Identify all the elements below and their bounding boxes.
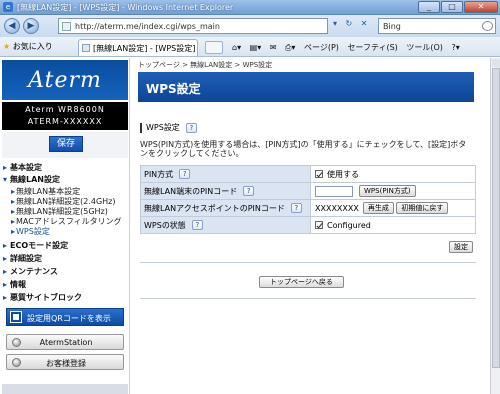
window-title: [無線LAN設定] - [WPS設定] - Windows Internet E… <box>17 3 234 12</box>
reset-default-button[interactable]: 初期値に戻す <box>396 202 449 214</box>
page-content: Aterm Aterm WR8600N ATERM-XXXXXX 保存 ▸ 基本設… <box>0 58 490 394</box>
pin-method-checkbox[interactable] <box>315 170 323 178</box>
client-pin-input[interactable] <box>315 185 353 197</box>
help-icon[interactable]: ? <box>191 220 203 230</box>
search-engine-label: Bing <box>383 22 401 31</box>
table-row: WPSの状態? Configured <box>140 216 476 234</box>
row-label: 無線LANアクセスポイントのPINコード? <box>140 199 311 217</box>
table-row: 無線LANアクセスポイントのPINコード? XXXXXXXX 再生成 初期値に戻す <box>140 199 476 217</box>
pin-method-use-label: 使用する <box>327 169 359 179</box>
divider <box>140 262 476 263</box>
favorites-bar: ★ お気に入り [無線LAN設定] - [WPS設定] ⌂▾ ▤▾ ✉ ⎙▾ ペ… <box>0 37 500 57</box>
help-icon[interactable]: ? <box>243 186 255 196</box>
section-marker <box>140 122 142 133</box>
wps-pin-button[interactable]: WPS(PIN方式) <box>359 185 416 197</box>
address-bar[interactable]: http://aterm.me/index.cgi/wps_main <box>58 18 328 34</box>
address-tools[interactable]: ▾ ↻ ✕ <box>333 19 371 28</box>
show-qr-code-button[interactable]: 設定用QRコードを表示 <box>6 308 124 326</box>
print-icon[interactable]: ⎙▾ <box>285 43 295 52</box>
description: WPS(PIN方式)を使用する場合は、[PIN方式]の「使用する」にチェックをし… <box>140 140 467 158</box>
maximize-button[interactable]: □ <box>441 1 463 13</box>
wps-settings-table: PIN方式? 使用する 無線LAN端末のPINコード? WPS(PIN方式) 無… <box>140 165 476 234</box>
help-icon[interactable]: ? <box>179 169 191 179</box>
page-icon <box>62 22 71 31</box>
page-menu[interactable]: ページ(P) <box>304 43 339 52</box>
row-label: 無線LAN端末のPINコード? <box>140 182 311 200</box>
new-tab-button[interactable] <box>205 41 223 54</box>
sidebar-item-wireless[interactable]: ▾ 無線LAN設定 <box>3 174 60 185</box>
sidebar-item-info[interactable]: ▸ 情報 <box>3 279 26 290</box>
sidebar-item-basic[interactable]: ▸ 基本設定 <box>3 162 42 173</box>
page-title: WPS設定 <box>146 82 201 96</box>
search-box[interactable]: Bing <box>378 18 496 34</box>
tab-label: [無線LAN設定] - [WPS設定] <box>93 44 196 53</box>
vertical-scrollbar[interactable] <box>490 58 500 394</box>
ie-icon: e <box>3 2 13 12</box>
sidebar: Aterm Aterm WR8600N ATERM-XXXXXX 保存 ▸ 基本設… <box>0 58 130 394</box>
help-icon[interactable]: ? <box>290 203 302 213</box>
model-info: Aterm WR8600N ATERM-XXXXXX <box>2 102 128 130</box>
tools-menu[interactable]: ツール(O) <box>406 43 443 52</box>
qr-code-icon <box>10 311 22 323</box>
safety-menu[interactable]: セーフティ(S) <box>347 43 397 52</box>
favorites-button[interactable]: ★ お気に入り <box>3 41 53 52</box>
mail-icon[interactable]: ✉ <box>270 43 277 52</box>
aterm-logo: Aterm <box>2 60 128 100</box>
model-name: Aterm WR8600N <box>25 105 105 114</box>
browser-tab[interactable]: [無線LAN設定] - [WPS設定] <box>78 39 198 56</box>
close-button[interactable]: ✕ <box>464 1 498 13</box>
row-value: XXXXXXXX 再生成 初期値に戻す <box>310 199 476 217</box>
address-bar-row: ◀ ▶ http://aterm.me/index.cgi/wps_main ▾… <box>0 15 500 37</box>
back-to-top-button[interactable]: トップページへ戻る <box>259 276 344 288</box>
save-area: 保存 <box>2 132 128 158</box>
sidebar-item-advanced[interactable]: ▸ 詳細設定 <box>3 253 42 264</box>
regenerate-button[interactable]: 再生成 <box>362 202 394 214</box>
row-value: Configured <box>310 216 476 234</box>
section-header: WPS設定? <box>140 122 197 133</box>
help-icon[interactable]: ?▾ <box>451 43 459 52</box>
page-title-bar: WPS設定 <box>138 72 474 102</box>
breadcrumb[interactable]: トップページ > 無線LAN設定 > WPS設定 <box>138 60 272 70</box>
sidebar-footer <box>2 384 128 394</box>
table-row: 無線LAN端末のPINコード? WPS(PIN方式) <box>140 182 476 200</box>
home-icon[interactable]: ⌂▾ <box>232 43 241 52</box>
section-title: WPS設定 <box>146 123 180 132</box>
row-value: 使用する <box>310 165 476 183</box>
set-button[interactable]: 設定 <box>449 241 473 253</box>
title-bar: e [無線LAN設定] - [WPS設定] - Windows Internet… <box>0 0 500 15</box>
row-value: WPS(PIN方式) <box>310 182 476 200</box>
save-button[interactable]: 保存 <box>49 136 83 152</box>
back-button[interactable]: ◀ <box>4 18 20 34</box>
help-icon[interactable]: ? <box>185 122 197 133</box>
sidebar-subitem-wps[interactable]: ▸WPS設定 <box>11 226 50 237</box>
atermstation-button[interactable]: AtermStation <box>6 334 124 350</box>
star-icon: ★ <box>3 42 11 51</box>
device-serial: ATERM-XXXXXX <box>27 117 103 126</box>
row-label: PIN方式? <box>140 165 311 183</box>
ap-pin-value: XXXXXXXX <box>315 203 359 213</box>
sidebar-item-maintenance[interactable]: ▸ メンテナンス <box>3 266 58 277</box>
feeds-icon[interactable]: ▤▾ <box>250 43 262 52</box>
scroll-up-arrow[interactable] <box>492 59 500 67</box>
search-icon[interactable] <box>482 21 493 31</box>
command-bar: ⌂▾ ▤▾ ✉ ⎙▾ ページ(P) セーフティ(S) ツール(O) ?▾ <box>232 42 466 53</box>
forward-button[interactable]: ▶ <box>23 18 39 34</box>
wps-status-label: Configured <box>327 220 371 230</box>
minimize-button[interactable]: _ <box>418 1 440 13</box>
customer-registration-button[interactable]: お客様登録 <box>6 354 124 370</box>
table-row: PIN方式? 使用する <box>140 165 476 183</box>
row-label: WPSの状態? <box>140 216 311 234</box>
tab-page-icon <box>82 44 90 52</box>
scroll-thumb[interactable] <box>492 68 500 368</box>
divider <box>140 298 476 299</box>
wps-status-checkbox[interactable] <box>315 221 323 229</box>
url-text[interactable]: http://aterm.me/index.cgi/wps_main <box>75 22 220 31</box>
sidebar-item-eco[interactable]: ▸ ECOモード設定 <box>3 240 68 251</box>
sidebar-item-site-block[interactable]: ▸ 悪質サイトブロック <box>3 292 82 303</box>
